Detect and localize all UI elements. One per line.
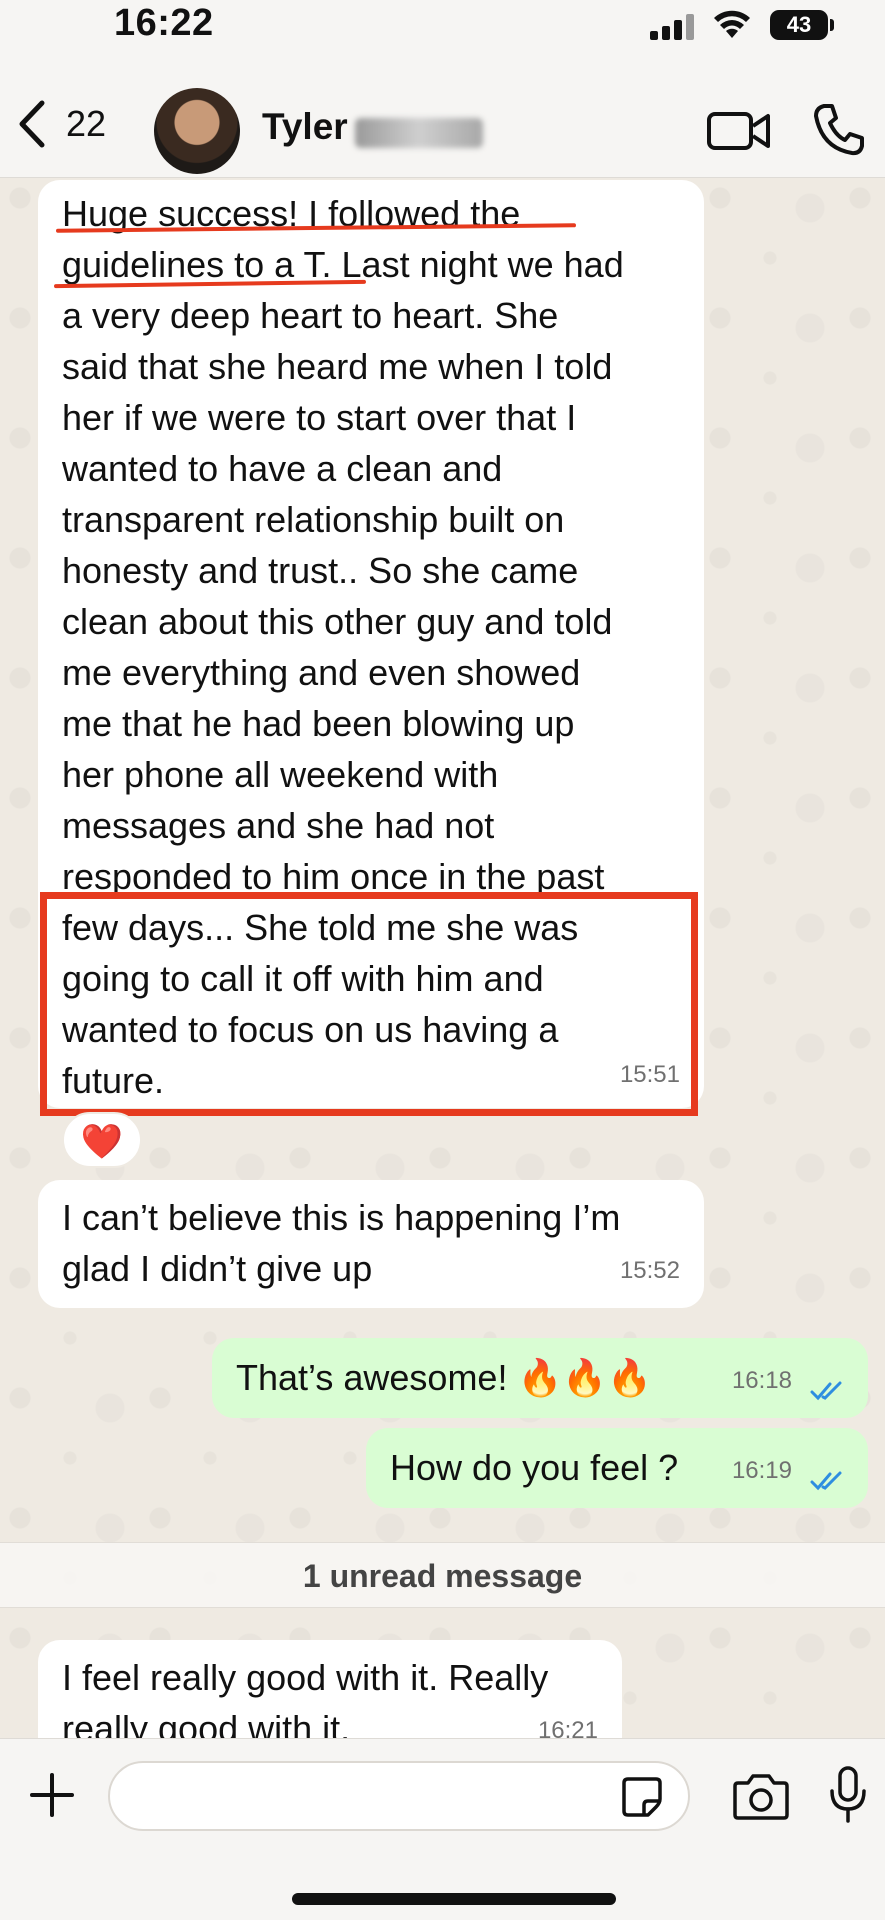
read-ticks-icon bbox=[810, 1471, 842, 1491]
phone-icon[interactable] bbox=[812, 102, 864, 156]
wifi-icon bbox=[714, 10, 750, 38]
contact-name[interactable]: Tyler bbox=[262, 106, 348, 148]
avatar[interactable] bbox=[154, 88, 240, 174]
chevron-left-icon bbox=[19, 100, 45, 148]
battery-tip bbox=[830, 19, 834, 31]
message-time: 16:19 bbox=[731, 1457, 792, 1484]
home-indicator[interactable] bbox=[292, 1893, 616, 1905]
heart-reaction[interactable]: ❤️ bbox=[62, 1112, 142, 1168]
read-ticks-icon bbox=[810, 1381, 842, 1401]
unread-messages-banner: 1 unread message bbox=[0, 1542, 885, 1608]
chat-header: 22 Tyler bbox=[0, 60, 885, 178]
message-bubble-outgoing[interactable]: How do you feel ? 16:19 bbox=[366, 1428, 868, 1508]
message-text: I can’t believe this is happening I’m gl… bbox=[62, 1197, 621, 1289]
status-time: 16:22 bbox=[114, 2, 214, 44]
message-bubble-incoming[interactable]: I can’t believe this is happening I’m gl… bbox=[38, 1180, 704, 1308]
annotation-highlight-box bbox=[40, 892, 698, 1116]
sticker-icon[interactable] bbox=[620, 1775, 664, 1819]
unread-chats-count: 22 bbox=[66, 103, 107, 144]
video-call-icon[interactable] bbox=[706, 106, 772, 154]
message-bubble-outgoing[interactable]: That’s awesome! 🔥🔥🔥 16:18 bbox=[212, 1338, 868, 1418]
camera-icon[interactable] bbox=[732, 1771, 790, 1821]
battery-icon: 43 bbox=[770, 10, 828, 40]
plus-icon[interactable] bbox=[28, 1771, 76, 1819]
status-bar: 16:22 43 bbox=[0, 0, 885, 60]
message-time: 15:52 bbox=[619, 1257, 680, 1284]
message-time: 16:18 bbox=[731, 1367, 792, 1394]
back-button[interactable]: 22 bbox=[14, 96, 124, 152]
signal-icon bbox=[650, 14, 698, 40]
message-input[interactable] bbox=[108, 1761, 690, 1831]
microphone-icon[interactable] bbox=[828, 1765, 868, 1825]
redacted-surname bbox=[355, 118, 483, 148]
message-composer bbox=[0, 1738, 885, 1920]
